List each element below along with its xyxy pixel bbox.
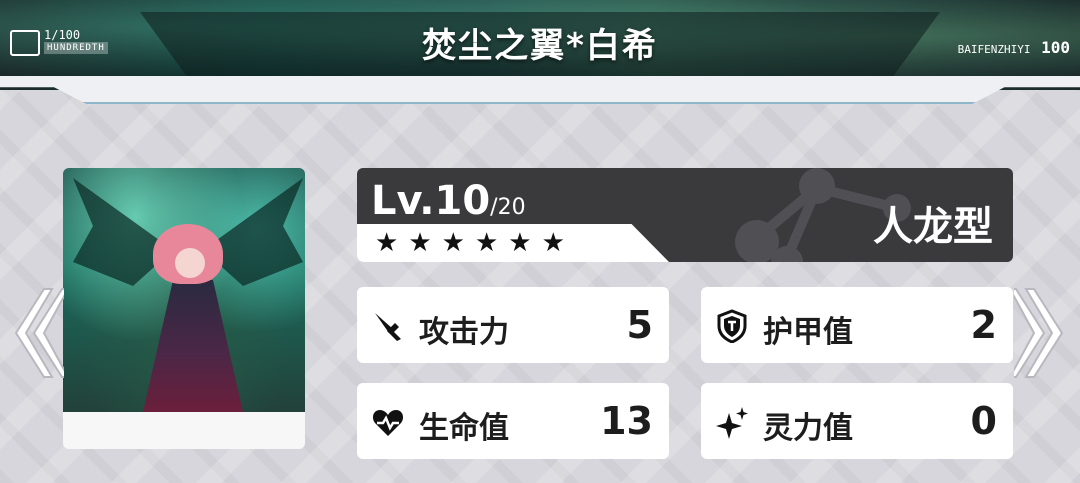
character-type: 人龙型 — [873, 204, 993, 250]
series-code: BAIFENZHIYI — [957, 43, 1031, 56]
figure-face — [175, 248, 205, 278]
stat-armor-label: 护甲值 — [763, 315, 853, 350]
star-icon: ★ — [375, 228, 399, 258]
sparkle-icon — [716, 407, 748, 439]
stat-attack: 攻击力 5 — [357, 287, 669, 363]
card-title: 焚尘之翼*白希 — [422, 26, 658, 66]
stat-spirit-label: 灵力值 — [763, 411, 853, 446]
stat-spirit: 灵力值 0 — [701, 383, 1013, 459]
figure-body — [143, 280, 243, 412]
level-panel: Lv.10/20 ★ ★ ★ ★ ★ ★ 人龙型 — [357, 168, 1013, 262]
shield-icon — [717, 309, 747, 343]
collection-count: 1/100 — [44, 28, 81, 42]
level-current: Lv.10 — [371, 178, 491, 224]
portrait-artwork — [63, 168, 305, 412]
character-portrait[interactable] — [63, 168, 305, 449]
previous-arrow-icon[interactable] — [4, 285, 64, 381]
level-display: Lv.10/20 — [371, 178, 526, 224]
heart-icon — [372, 410, 404, 436]
stat-hp-value: 13 — [600, 399, 653, 443]
collection-badge: 1/100 HUNDREDTH — [6, 28, 126, 98]
sword-icon — [375, 313, 401, 341]
star-icon: ★ — [441, 228, 465, 258]
star-icon: ★ — [474, 228, 499, 258]
collection-icon — [10, 30, 40, 56]
next-arrow-icon[interactable] — [1014, 285, 1074, 381]
stat-armor-value: 2 — [970, 303, 997, 347]
star-rating: ★ ★ ★ ★ ★ ★ — [357, 224, 669, 262]
stat-hp: 生命值 13 — [357, 383, 669, 459]
star-icon: ★ — [408, 228, 432, 258]
stat-attack-label: 攻击力 — [419, 315, 509, 350]
stat-spirit-value: 0 — [970, 399, 997, 443]
star-icon: ★ — [541, 228, 565, 258]
series-number: 100 — [1041, 38, 1070, 57]
star-icon: ★ — [508, 228, 532, 258]
series-badge: BAIFENZHIYI 100 — [958, 38, 1070, 57]
level-max: /20 — [490, 195, 526, 220]
collection-sub: HUNDREDTH — [44, 42, 108, 54]
stat-attack-value: 5 — [626, 303, 653, 347]
stat-armor: 护甲值 2 — [701, 287, 1013, 363]
stat-hp-label: 生命值 — [419, 411, 509, 446]
header-strip — [0, 76, 1080, 104]
header: 焚尘之翼*白希 1/100 HUNDREDTH BAIFENZHIYI 100 — [0, 0, 1080, 108]
